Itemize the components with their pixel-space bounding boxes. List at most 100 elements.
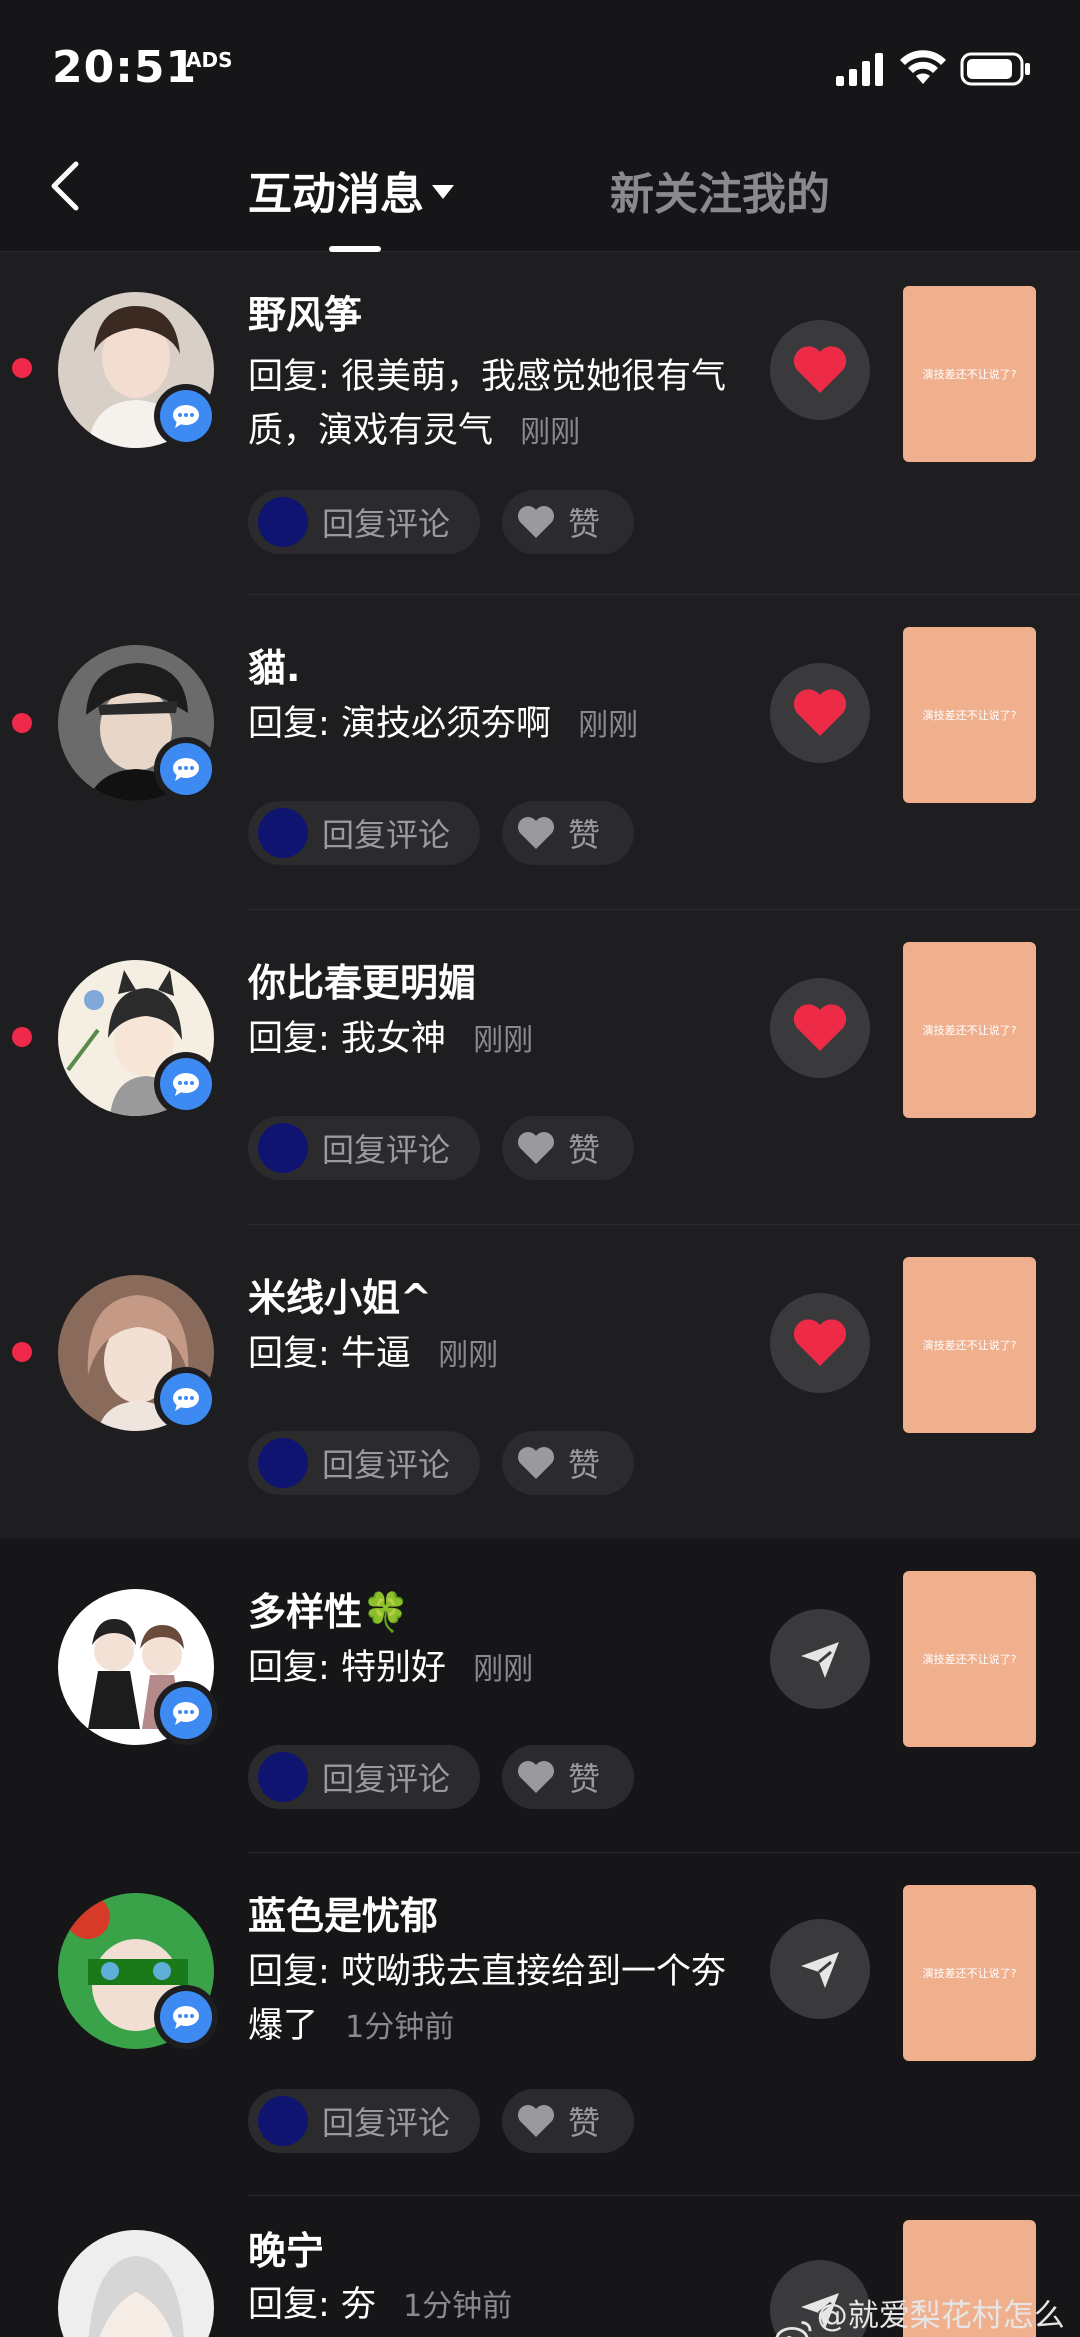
reply-avatar-circle: [258, 808, 308, 858]
reply-avatar-circle: [258, 1123, 308, 1173]
video-thumbnail[interactable]: 演技差还不让说了?: [903, 1571, 1036, 1747]
reply-content: 演技必须夯啊: [340, 704, 551, 744]
notification-item[interactable]: 米线小姐^ 回复: 牛逼 刚刚 回复评论 赞 演技差还不让说了?: [0, 1225, 1080, 1539]
avatar-image-7: [58, 2230, 214, 2337]
heart-outline-icon: [518, 1447, 554, 1479]
reply-text[interactable]: 回复: 牛逼 刚刚: [248, 1327, 748, 1383]
reply-comment-button[interactable]: 回复评论: [248, 801, 480, 865]
reply-text[interactable]: 回复: 特别好 刚刚: [248, 1641, 748, 1697]
timestamp: 刚刚: [473, 1023, 534, 1058]
notification-list: 野风筝 回复: 很美萌，我感觉她很有气质，演戏有灵气 刚刚 回复评论 赞 演技差…: [0, 252, 1080, 2337]
reply-avatar-circle: [258, 497, 308, 547]
username[interactable]: 貓.: [248, 637, 300, 692]
reply-text[interactable]: 回复: 哎呦我去直接给到一个夯爆了 1分钟前: [248, 1945, 748, 2055]
like-button[interactable]: 赞: [502, 1431, 634, 1495]
like-button[interactable]: 赞: [502, 490, 634, 554]
notification-item[interactable]: 多样性🍀 回复: 特别好 刚刚 回复评论 赞 演技差还不让说了?: [0, 1539, 1080, 1853]
reply-prefix: 回复:: [248, 704, 330, 744]
like-button[interactable]: 赞: [502, 2089, 634, 2153]
reply-text[interactable]: 回复: 演技必须夯啊 刚刚: [248, 697, 748, 753]
tab-new-followers[interactable]: 新关注我的: [610, 158, 830, 222]
username[interactable]: 晚宁: [248, 2220, 324, 2275]
reply-comment-label: 回复评论: [322, 1760, 451, 1798]
avatar[interactable]: [58, 2230, 214, 2337]
unread-dot: [12, 1027, 32, 1047]
reply-text[interactable]: 回复: 我女神 刚刚: [248, 1012, 748, 1068]
notification-item[interactable]: 貓. 回复: 演技必须夯啊 刚刚 回复评论 赞 演技差还不让说了?: [0, 595, 1080, 910]
status-bar: 20:51 ADS: [0, 0, 1080, 130]
thumbnail-caption: 演技差还不让说了?: [922, 709, 1017, 722]
reply-comment-label: 回复评论: [322, 2104, 451, 2142]
comment-badge: [154, 737, 218, 801]
reply-prefix: 回复:: [248, 1648, 330, 1688]
liked-heart-button[interactable]: [770, 978, 870, 1078]
like-button[interactable]: 赞: [502, 801, 634, 865]
thumbnail-caption: 演技差还不让说了?: [922, 1653, 1017, 1666]
caret-down-icon: [432, 185, 454, 199]
send-icon: [801, 1952, 839, 1988]
liked-heart-button[interactable]: [770, 1293, 870, 1393]
reply-content: 夯: [340, 2285, 376, 2325]
comment-badge: [154, 1367, 218, 1431]
weibo-icon: [775, 2321, 812, 2337]
liked-heart-button[interactable]: [770, 320, 870, 420]
watermark-text: @就爱梨花村怎么滴: [816, 2298, 1065, 2334]
send-button[interactable]: [770, 1919, 870, 2019]
like-button[interactable]: 赞: [502, 1745, 634, 1809]
username[interactable]: 蓝色是忧郁: [248, 1885, 438, 1940]
comment-badge: [154, 1985, 218, 2049]
notification-item[interactable]: 你比春更明媚 回复: 我女神 刚刚 回复评论 赞 演技差还不让说了?: [0, 910, 1080, 1225]
comment-badge: [154, 1052, 218, 1116]
username[interactable]: 野风筝: [248, 284, 362, 339]
thumbnail-caption: 演技差还不让说了?: [922, 1024, 1017, 1037]
like-label: 赞: [568, 2104, 601, 2142]
battery-icon: [960, 52, 1030, 86]
comment-bubble-icon: [173, 758, 199, 781]
tab-interactive-messages[interactable]: 互动消息: [248, 158, 454, 222]
heart-icon: [793, 1319, 847, 1366]
video-thumbnail[interactable]: 演技差还不让说了?: [903, 1885, 1036, 2061]
reply-prefix: 回复:: [248, 1019, 330, 1059]
reply-text[interactable]: 回复: 很美萌，我感觉她很有气质，演戏有灵气 刚刚: [248, 350, 748, 460]
heart-outline-icon: [518, 817, 554, 849]
send-button[interactable]: [770, 1609, 870, 1709]
reply-content: 特别好: [340, 1648, 446, 1688]
heart-icon: [793, 346, 847, 393]
username[interactable]: 你比春更明媚: [248, 952, 476, 1007]
header: 互动消息 新关注我的: [0, 130, 1080, 252]
reply-comment-button[interactable]: 回复评论: [248, 1745, 480, 1809]
unread-dot: [12, 358, 32, 378]
reply-prefix: 回复:: [248, 2285, 330, 2325]
notification-item[interactable]: 野风筝 回复: 很美萌，我感觉她很有气质，演戏有灵气 刚刚 回复评论 赞 演技差…: [0, 252, 1080, 595]
thumbnail-caption: 演技差还不让说了?: [922, 1967, 1017, 1980]
reply-comment-button[interactable]: 回复评论: [248, 2089, 480, 2153]
reply-prefix: 回复:: [248, 1952, 330, 1992]
unread-dot: [12, 713, 32, 733]
timestamp: 刚刚: [473, 1652, 534, 1687]
reply-text[interactable]: 回复: 夯 1分钟前: [248, 2278, 748, 2334]
reply-content: 牛逼: [340, 1334, 411, 1374]
chevron-left-icon[interactable]: [40, 156, 90, 216]
like-label: 赞: [568, 505, 601, 543]
reply-prefix: 回复:: [248, 1334, 330, 1374]
reply-comment-button[interactable]: 回复评论: [248, 490, 480, 554]
heart-icon: [793, 689, 847, 736]
reply-prefix: 回复:: [248, 357, 330, 397]
video-thumbnail[interactable]: 演技差还不让说了?: [903, 1257, 1036, 1433]
like-button[interactable]: 赞: [502, 1116, 634, 1180]
reply-comment-button[interactable]: 回复评论: [248, 1116, 480, 1180]
video-thumbnail[interactable]: 演技差还不让说了?: [903, 286, 1036, 462]
tab-interactive-label: 互动消息: [248, 169, 424, 220]
username[interactable]: 米线小姐^: [248, 1267, 432, 1322]
watermark: @就爱梨花村怎么滴: [775, 2290, 1080, 2337]
heart-outline-icon: [518, 1132, 554, 1164]
video-thumbnail[interactable]: 演技差还不让说了?: [903, 942, 1036, 1118]
timestamp: 1分钟前: [403, 2289, 513, 2324]
reply-comment-button[interactable]: 回复评论: [248, 1431, 480, 1495]
reply-comment-label: 回复评论: [322, 505, 451, 543]
notification-item[interactable]: 蓝色是忧郁 回复: 哎呦我去直接给到一个夯爆了 1分钟前 回复评论 赞 演技差还…: [0, 1853, 1080, 2196]
video-thumbnail[interactable]: 演技差还不让说了?: [903, 627, 1036, 803]
liked-heart-button[interactable]: [770, 663, 870, 763]
username[interactable]: 多样性🍀: [248, 1581, 409, 1636]
like-label: 赞: [568, 1131, 601, 1169]
